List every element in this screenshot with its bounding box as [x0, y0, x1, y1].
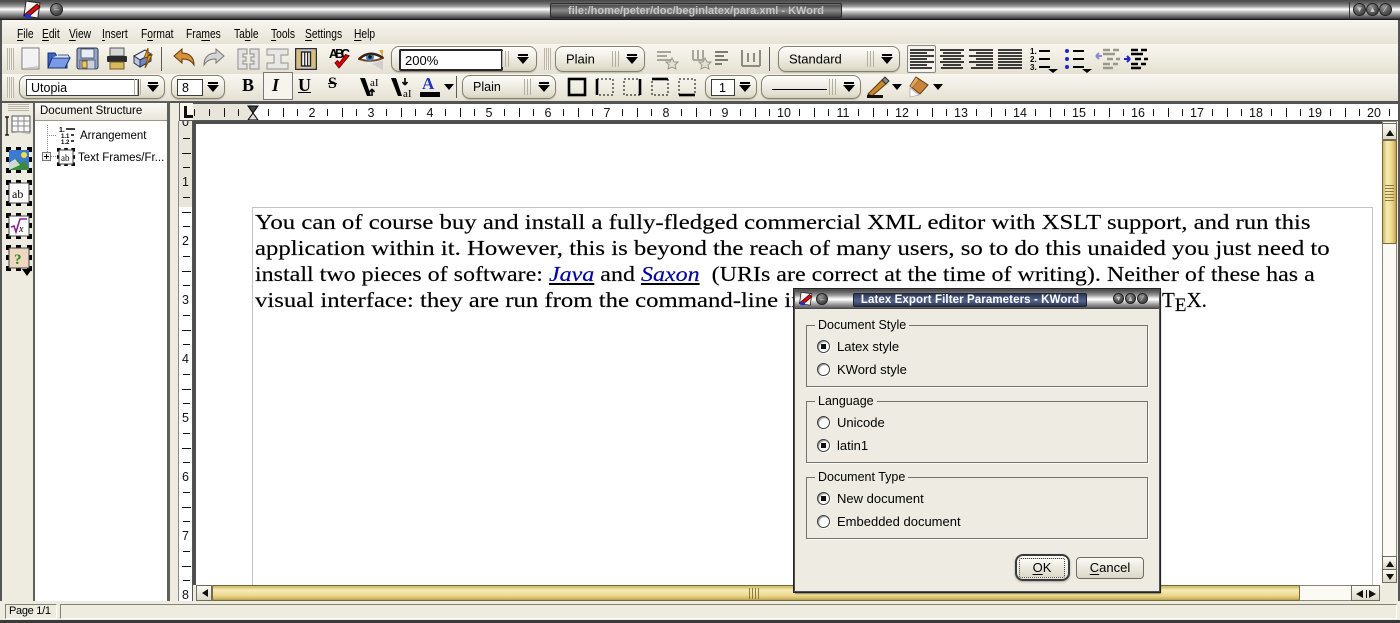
svg-text:ab: ab [61, 153, 70, 163]
svg-text:?: ? [14, 252, 22, 268]
svg-text:ab: ab [12, 187, 23, 201]
svg-text:aI: aI [403, 88, 412, 98]
svg-text:1.2: 1.2 [61, 140, 70, 145]
svg-text:aI: aI [370, 77, 379, 89]
svg-text:1.: 1. [59, 127, 65, 134]
svg-text:3.: 3. [1030, 63, 1037, 72]
svg-text:x: x [18, 224, 24, 235]
